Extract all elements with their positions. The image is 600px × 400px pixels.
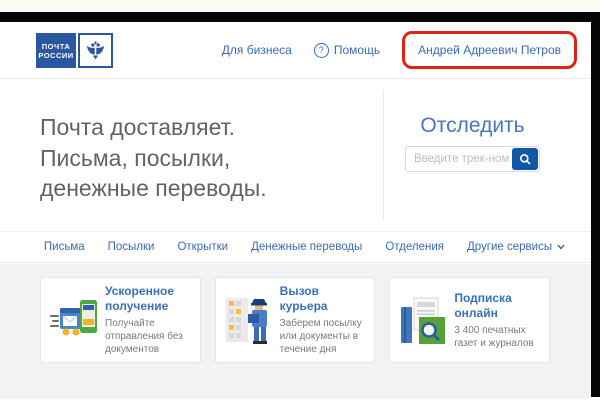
card-title: Подписка онлайн [454, 291, 543, 321]
express-pickup-icon [47, 295, 101, 345]
service-cards-section: Ускоренное получение Получайте отправлен… [0, 264, 591, 399]
logo-text-line2: РОССИИ [38, 51, 73, 60]
online-subscription-icon [396, 294, 450, 346]
frame-bar-top [0, 12, 600, 22]
nav-help-link[interactable]: ? Помощь [314, 43, 380, 58]
track-search-box [405, 146, 540, 172]
card-title: Вызов курьера [280, 284, 369, 314]
tab-branches[interactable]: Отделения [385, 241, 444, 253]
vertical-divider [383, 90, 384, 220]
chevron-down-icon [557, 244, 565, 250]
card-title: Ускоренное получение [105, 284, 194, 314]
nav-for-business-label: Для бизнеса [222, 43, 292, 57]
double-headed-eagle-icon [78, 33, 113, 68]
card-courier-call[interactable]: Вызов курьера Заберем посылку или докуме… [215, 277, 376, 363]
card-text: Подписка онлайн 3 400 печатных газет и ж… [454, 291, 543, 350]
hero-heading-line1: Почта доставляет. [40, 112, 267, 143]
nav-for-business-link[interactable]: Для бизнеса [222, 43, 292, 57]
card-express-pickup[interactable]: Ускоренное получение Получайте отправлен… [40, 277, 201, 363]
tab-postcards[interactable]: Открытки [177, 241, 228, 253]
hero-heading-line2: Письма, посылки, [40, 143, 267, 174]
page-content: ПОЧТА РОССИИ Для бизнеса ? Помощь [0, 22, 591, 377]
service-cards-row: Ускоренное получение Получайте отправлен… [40, 277, 550, 363]
magnifier-icon [519, 153, 532, 166]
card-description: 3 400 печатных газет и журналов [454, 324, 543, 350]
question-circle-icon: ? [314, 43, 329, 58]
user-name-label: Андрей Адреевич Петров [418, 43, 561, 57]
top-margin-strip [0, 0, 600, 12]
card-description: Получайте отправления без документов [105, 317, 194, 356]
courier-icon [222, 294, 276, 346]
logo-text-line1: ПОЧТА [42, 42, 71, 51]
card-text: Ускоренное получение Получайте отправлен… [105, 284, 194, 356]
screenshot-stage: ПОЧТА РОССИИ Для бизнеса ? Помощь [0, 0, 600, 400]
russian-post-logo[interactable]: ПОЧТА РОССИИ [36, 33, 76, 68]
tab-parcels[interactable]: Посылки [108, 241, 155, 253]
track-section-title: Отследить [405, 114, 540, 138]
card-text: Вызов курьера Заберем посылку или докуме… [280, 284, 369, 356]
services-tab-bar: Письма Посылки Открытки Денежные перевод… [0, 231, 591, 263]
nav-help-label: Помощь [334, 43, 380, 57]
card-description: Заберем посылку или документы в течение … [280, 317, 369, 356]
tab-letters[interactable]: Письма [44, 241, 85, 253]
header-nav: Для бизнеса ? Помощь Андрей Адреевич Пет… [222, 22, 577, 78]
card-online-subscription[interactable]: Подписка онлайн 3 400 печатных газет и ж… [389, 277, 550, 363]
tab-other-services[interactable]: Другие сервисы [467, 241, 565, 253]
hero-heading-line3: денежные переводы. [40, 173, 267, 204]
frame-bar-right [591, 12, 600, 397]
track-search-button[interactable] [512, 148, 538, 170]
tab-money-transfers[interactable]: Денежные переводы [251, 241, 362, 253]
user-account-link[interactable]: Андрей Адреевич Петров [402, 31, 577, 69]
hero-heading: Почта доставляет. Письма, посылки, денеж… [40, 112, 267, 204]
site-header: ПОЧТА РОССИИ Для бизнеса ? Помощь [0, 22, 591, 79]
